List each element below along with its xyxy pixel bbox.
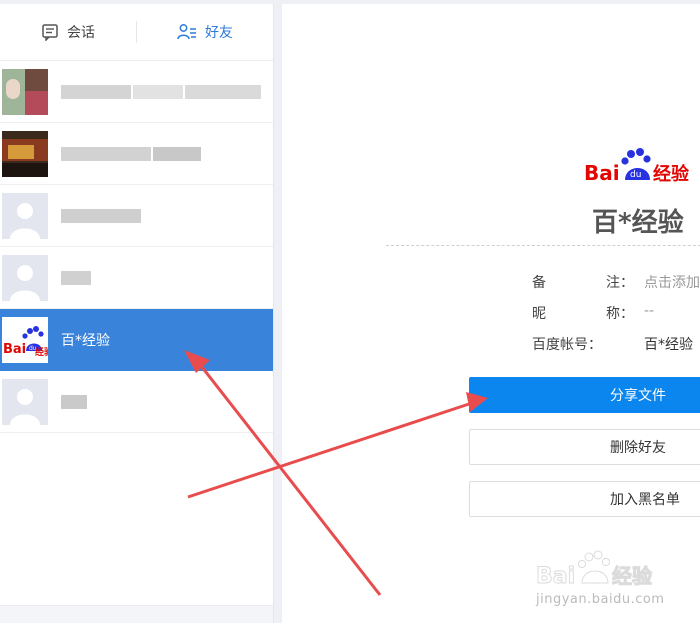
svg-text:经验: 经验 <box>653 163 690 185</box>
panel-footer <box>0 605 273 623</box>
chat-icon <box>41 23 59 41</box>
friend-list: Bai du 经验 百*经验 <box>0 61 273 433</box>
friend-name-blurred <box>61 84 261 99</box>
watermark-text: jingyan.baidu.com <box>536 592 665 607</box>
svg-text:Bai: Bai <box>536 564 575 589</box>
svg-text:Bai: Bai <box>584 161 620 185</box>
blacklist-button[interactable]: 加入黑名单 <box>469 481 700 517</box>
friend-list-item[interactable] <box>0 185 273 247</box>
profile-title: 百*经验 <box>592 208 684 238</box>
friend-name: 百*经验 <box>61 332 110 349</box>
svg-text:du: du <box>630 170 641 180</box>
account-label: 百度帐号： <box>532 337 602 353</box>
friend-list-item[interactable] <box>0 247 273 309</box>
account-row: 百度帐号： 百*经验 <box>532 334 693 354</box>
friend-list-item[interactable] <box>0 61 273 123</box>
default-avatar-icon <box>2 192 48 239</box>
delete-friend-button[interactable]: 删除好友 <box>469 429 700 465</box>
svg-text:Bai: Bai <box>3 342 26 357</box>
tab-bar: 会话 好友 <box>0 4 273 61</box>
account-value: 百*经验 <box>644 337 693 353</box>
remark-row[interactable]: 备 注： 点击添加 <box>532 272 700 292</box>
nickname-row: 昵 称： -- <box>532 303 654 323</box>
svg-text:经验: 经验 <box>612 564 652 588</box>
default-avatar-icon <box>2 378 48 425</box>
friend-list-item-selected[interactable]: Bai du 经验 百*经验 <box>0 309 273 371</box>
tab-conversations[interactable]: 会话 <box>0 22 136 42</box>
nickname-label: 昵 称： <box>532 306 634 322</box>
friend-name-blurred <box>61 270 91 285</box>
tab-conversations-label: 会话 <box>67 25 95 41</box>
avatar <box>2 68 48 115</box>
avatar <box>2 130 48 177</box>
friend-panel: 会话 好友 Bai du 经 百*经验 <box>0 4 274 623</box>
tab-friends[interactable]: 好友 <box>137 22 273 42</box>
baidu-jingyan-logo: Bai du 经验 <box>584 146 700 190</box>
share-file-button[interactable]: 分享文件 <box>469 377 700 413</box>
tab-friends-label: 好友 <box>205 25 233 41</box>
svg-text:经验: 经验 <box>35 346 48 358</box>
friend-name-blurred <box>61 208 141 223</box>
friend-name-blurred <box>61 146 201 161</box>
baidu-logo-avatar: Bai du 经验 <box>2 316 48 363</box>
default-avatar-icon <box>2 254 48 301</box>
friend-list-item[interactable] <box>0 123 273 185</box>
nickname-value: -- <box>644 303 655 319</box>
friends-icon <box>177 23 197 41</box>
friend-name-blurred <box>61 394 87 409</box>
friend-list-item[interactable] <box>0 371 273 433</box>
remark-label: 备 注： <box>532 275 634 291</box>
profile-panel: Bai du 经验 百*经验 备 注： 点击添加 昵 称： -- 百度帐号： 百… <box>282 4 700 623</box>
divider <box>386 245 700 246</box>
remark-value[interactable]: 点击添加 <box>644 272 700 292</box>
watermark-logo: Bai 经验 <box>536 549 666 593</box>
